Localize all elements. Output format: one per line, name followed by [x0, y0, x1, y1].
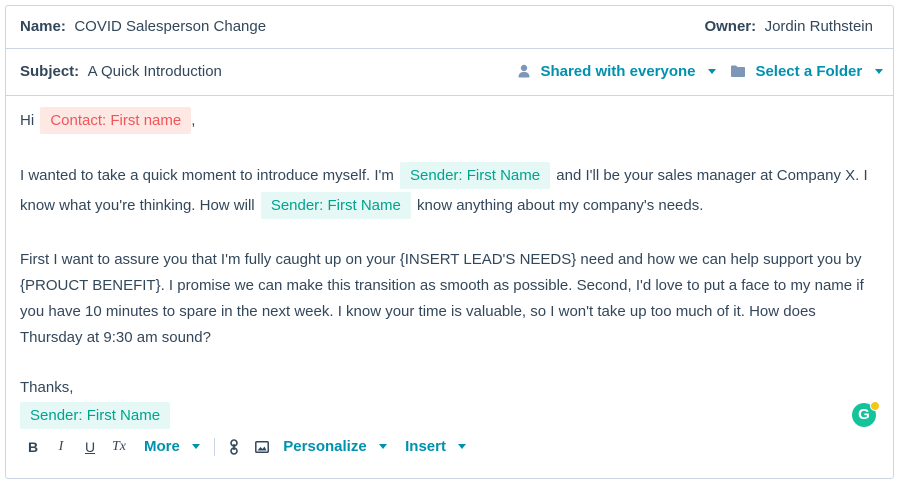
- more-label: More: [144, 438, 180, 455]
- subject-field[interactable]: Subject: A Quick Introduction: [20, 63, 222, 81]
- grammarly-status-dot: [870, 401, 880, 411]
- name-value[interactable]: COVID Salesperson Change: [74, 18, 266, 35]
- greeting-line: Hi Contact: First name,: [20, 107, 195, 134]
- paragraph-1-line-2: know what you're thinking. How will Send…: [20, 192, 703, 219]
- paragraph-text: and I'll be your sales manager at Compan…: [556, 167, 868, 184]
- folder-label: Select a Folder: [755, 63, 863, 80]
- subject-input[interactable]: A Quick Introduction: [88, 63, 222, 80]
- chevron-down-icon: [192, 444, 201, 450]
- greeting-text: Hi: [20, 112, 35, 129]
- paragraph-2-line-1: First I want to assure you that I'm full…: [20, 251, 862, 268]
- owner-value[interactable]: Jordin Ruthstein: [765, 18, 873, 35]
- sharing-label: Shared with everyone: [540, 63, 696, 80]
- insert-dropdown[interactable]: Insert: [405, 438, 467, 456]
- paragraph-2-line-3: you have 10 minutes to spare in the next…: [20, 303, 816, 320]
- chevron-down-icon: [707, 69, 716, 75]
- paragraph-2-line-4: Thursday at 9:30 am sound?: [20, 329, 211, 346]
- paragraph-text: know anything about my company's needs.: [417, 197, 704, 214]
- name-field[interactable]: Name: COVID Salesperson Change: [20, 18, 266, 36]
- more-dropdown[interactable]: More: [144, 438, 201, 456]
- sender-first-name-token[interactable]: Sender: First Name: [20, 402, 171, 429]
- image-icon[interactable]: [255, 441, 270, 453]
- user-icon: [518, 64, 530, 78]
- chevron-down-icon: [874, 69, 883, 75]
- folder-dropdown[interactable]: Select a Folder: [731, 63, 883, 81]
- paragraph-1-line-1: I wanted to take a quick moment to intro…: [20, 162, 868, 189]
- signoff-text: Thanks,: [20, 379, 74, 396]
- chevron-down-icon: [379, 444, 388, 450]
- personalize-label: Personalize: [283, 438, 367, 455]
- paragraph-text: know what you're thinking. How will: [20, 197, 255, 214]
- email-body[interactable]: Hi Contact: First name, I wanted to take…: [6, 96, 893, 429]
- sender-first-name-token[interactable]: Sender: First Name: [400, 162, 551, 189]
- personalize-dropdown[interactable]: Personalize: [283, 438, 388, 456]
- paragraph-2-line-2: {PROUCT BENEFIT}. I promise we can make …: [20, 277, 864, 294]
- italic-button[interactable]: I: [46, 439, 76, 455]
- folder-icon: [731, 65, 745, 77]
- toolbar-divider: [214, 438, 216, 456]
- greeting-comma: ,: [191, 112, 196, 129]
- format-toolbar: B I U Tx More Personalize Insert: [20, 432, 467, 462]
- contact-first-name-token[interactable]: Contact: First name: [40, 107, 192, 134]
- subject-label: Subject:: [20, 63, 80, 80]
- paragraph-text: I wanted to take a quick moment to intro…: [20, 167, 394, 184]
- clear-formatting-button[interactable]: Tx: [104, 439, 134, 455]
- link-icon[interactable]: [229, 439, 239, 455]
- email-template-editor: Name: COVID Salesperson Change Owner: Jo…: [5, 5, 894, 479]
- owner-field[interactable]: Owner: Jordin Ruthstein: [704, 18, 873, 36]
- insert-label: Insert: [405, 438, 446, 455]
- owner-label: Owner:: [704, 18, 757, 35]
- signature-line: Sender: First Name: [20, 402, 171, 429]
- sender-first-name-token[interactable]: Sender: First Name: [260, 192, 411, 219]
- subject-row: Subject: A Quick Introduction Shared wit…: [6, 49, 893, 96]
- template-header-row: Name: COVID Salesperson Change Owner: Jo…: [6, 6, 893, 49]
- sharing-dropdown[interactable]: Shared with everyone: [518, 63, 716, 81]
- underline-button[interactable]: U: [76, 439, 104, 455]
- chevron-down-icon: [458, 444, 467, 450]
- bold-button[interactable]: B: [20, 439, 46, 455]
- name-label: Name:: [20, 18, 66, 35]
